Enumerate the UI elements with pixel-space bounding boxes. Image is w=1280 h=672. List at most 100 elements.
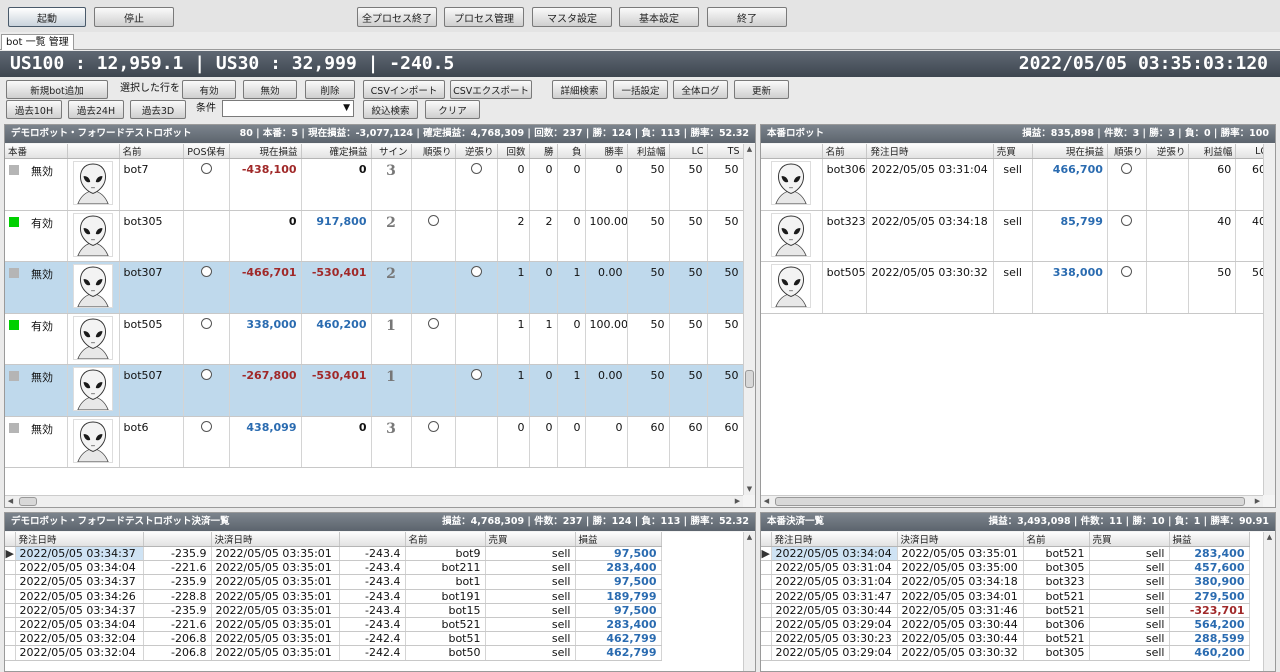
- status-checkbox[interactable]: [9, 319, 19, 330]
- csv-import-button[interactable]: CSVインポート: [363, 80, 445, 99]
- past-10h-button[interactable]: 過去10H: [6, 100, 62, 119]
- scroll-right-icon[interactable]: ▶: [732, 496, 743, 507]
- start-button[interactable]: 起動: [8, 7, 86, 27]
- column-header: POS保有: [183, 144, 230, 159]
- table-row[interactable]: 無効 bot507 -267,800 -530,401 1 1 0 1 0.00 50 50 50: [5, 364, 743, 417]
- table-row[interactable]: 2022/05/05 03:34:37 -235.9 2022/05/05 03:3…: [5, 574, 662, 590]
- bot-name: bot306: [1023, 617, 1090, 633]
- settle-price: -243.4: [339, 589, 406, 604]
- stop-button[interactable]: 停止: [94, 7, 174, 27]
- live-robot-stats: 損益：835,898 | 件数：3 | 勝：3 | 負：0 | 勝率：100: [1022, 128, 1269, 139]
- column-header: 現在損益: [229, 144, 302, 159]
- table-row[interactable]: 2022/05/05 03:34:04 -221.6 2022/05/05 03:3…: [5, 560, 662, 576]
- profit-width: 50: [627, 158, 670, 211]
- clear-button[interactable]: クリア: [425, 100, 480, 119]
- table-row[interactable]: 2022/05/05 03:31:47 2022/05/05 03:34:01 bo…: [761, 589, 1250, 604]
- lc-value: 50: [669, 261, 708, 314]
- current-pnl: 0: [229, 210, 302, 262]
- table-row[interactable]: 2022/05/05 03:32:04 -206.8 2022/05/05 03:3…: [5, 631, 662, 647]
- table-row[interactable]: 2022/05/05 03:31:04 2022/05/05 03:35:00 bo…: [761, 560, 1250, 576]
- detail-search-button[interactable]: 詳細検索: [552, 80, 607, 99]
- scroll-up-icon[interactable]: ▲: [1264, 532, 1275, 543]
- trade-side: sell: [485, 574, 576, 590]
- scroll-thumb[interactable]: [19, 497, 37, 506]
- bulk-settings-button[interactable]: 一括設定: [613, 80, 668, 99]
- scroll-up-icon[interactable]: ▲: [744, 144, 755, 155]
- master-settings-button[interactable]: マスタ設定: [532, 7, 612, 27]
- filter-search-button[interactable]: 絞込検索: [363, 100, 418, 119]
- demo-settlement-scrollbar[interactable]: ▲: [743, 532, 755, 671]
- table-row[interactable]: 2022/05/05 03:29:04 2022/05/05 03:30:44 bo…: [761, 617, 1250, 633]
- all-logs-button[interactable]: 全体ログ: [673, 80, 728, 99]
- status-checkbox[interactable]: [9, 422, 19, 433]
- order-datetime: 2022/05/05 03:32:04: [15, 645, 144, 661]
- order-datetime: 2022/05/05 03:30:32: [866, 261, 994, 314]
- avatar: [67, 261, 120, 314]
- settle-datetime: 2022/05/05 03:31:46: [897, 603, 1024, 618]
- table-row[interactable]: 2022/05/05 03:30:44 2022/05/05 03:31:46 bo…: [761, 603, 1250, 618]
- status-label: 無効: [31, 422, 53, 436]
- status-checkbox[interactable]: [9, 268, 19, 278]
- demo-horizontal-scrollbar[interactable]: ◀ ▶: [5, 495, 743, 507]
- live-vertical-scrollbar[interactable]: [1263, 144, 1275, 495]
- bot-name: bot323: [822, 210, 868, 262]
- contrarian-cell: [455, 158, 498, 211]
- pnl: 288,599: [1169, 631, 1250, 647]
- live-horizontal-scrollbar[interactable]: ◀ ▶: [761, 495, 1263, 507]
- past-24h-button[interactable]: 過去24H: [68, 100, 124, 119]
- lc-value: 50: [669, 158, 708, 211]
- delete-button[interactable]: 削除: [305, 80, 355, 99]
- demo-vertical-scrollbar[interactable]: ▲ ▼: [743, 144, 755, 495]
- table-row[interactable]: ▶ 2022/05/05 03:34:04 2022/05/05 03:35:01 b…: [761, 546, 1250, 562]
- column-header: 順張り: [1107, 144, 1147, 159]
- enable-button[interactable]: 有効: [182, 80, 236, 99]
- exit-button[interactable]: 終了: [707, 7, 787, 27]
- scroll-left-icon[interactable]: ◀: [761, 496, 772, 507]
- table-row[interactable]: 有効 bot505 338,000 460,200 1 1 1 0 100.00 50 50 50: [5, 313, 743, 365]
- basic-settings-button[interactable]: 基本設定: [619, 7, 699, 27]
- scroll-right-icon[interactable]: ▶: [1252, 496, 1263, 507]
- loss-count: 0: [557, 313, 586, 365]
- table-row[interactable]: 2022/05/05 03:34:37 -235.9 2022/05/05 03:3…: [5, 603, 662, 618]
- csv-export-button[interactable]: CSVエクスポート: [450, 80, 532, 99]
- table-row[interactable]: ▶ 2022/05/05 03:34:37 -235.9 2022/05/05 03:…: [5, 546, 662, 562]
- bot-name: bot507: [119, 364, 184, 417]
- disable-button[interactable]: 無効: [243, 80, 297, 99]
- row-indicator: [761, 574, 772, 590]
- table-row[interactable]: 有効 bot305 0 917,800 2 2 2 0 100.00 50 50 50: [5, 210, 743, 262]
- refresh-button[interactable]: 更新: [734, 80, 789, 99]
- table-row[interactable]: 2022/05/05 03:34:26 -228.8 2022/05/05 03:3…: [5, 589, 662, 604]
- process-management-button[interactable]: プロセス管理: [444, 7, 524, 27]
- table-row[interactable]: bot5052022/05/05 03:30:32sell338,000 5050: [761, 261, 1263, 314]
- order-price: -228.8: [143, 589, 212, 604]
- status-checkbox[interactable]: [9, 165, 19, 175]
- table-row[interactable]: 2022/05/05 03:34:04 -221.6 2022/05/05 03:3…: [5, 617, 662, 633]
- tab-bot-list[interactable]: bot 一覧 管理: [1, 34, 74, 50]
- condition-select[interactable]: ▼: [222, 100, 354, 117]
- new-bot-button[interactable]: 新規bot追加: [6, 80, 108, 99]
- table-row[interactable]: 2022/05/05 03:30:23 2022/05/05 03:30:44 bo…: [761, 631, 1250, 647]
- status-checkbox[interactable]: [9, 216, 19, 227]
- table-row[interactable]: 2022/05/05 03:32:04 -206.8 2022/05/05 03:3…: [5, 645, 662, 661]
- table-row[interactable]: 無効 bot7 -438,100 0 3 0 0 0 0 50 50 50: [5, 158, 743, 211]
- scroll-left-icon[interactable]: ◀: [5, 496, 16, 507]
- scroll-thumb[interactable]: [775, 497, 1245, 506]
- avatar: [67, 416, 120, 468]
- table-row[interactable]: 2022/05/05 03:29:04 2022/05/05 03:30:32 bo…: [761, 645, 1250, 661]
- table-row[interactable]: bot3232022/05/05 03:34:18sell85,799 4040: [761, 210, 1263, 262]
- current-pnl: -466,701: [229, 261, 302, 314]
- column-header: 損益: [1169, 532, 1250, 547]
- scroll-up-icon[interactable]: ▲: [744, 532, 755, 543]
- scroll-down-icon[interactable]: ▼: [744, 484, 755, 495]
- order-datetime: 2022/05/05 03:34:37: [15, 546, 144, 562]
- stop-all-processes-button[interactable]: 全プロセス終了: [357, 7, 437, 27]
- table-row[interactable]: bot3062022/05/05 03:31:04sell466,700 6060: [761, 158, 1263, 211]
- scroll-thumb[interactable]: [745, 370, 754, 388]
- live-settlement-scrollbar[interactable]: ▲: [1263, 532, 1275, 671]
- past-3d-button[interactable]: 過去3D: [130, 100, 186, 119]
- table-row[interactable]: 無効 bot6 438,099 0 3 0 0 0 0 60 60 60: [5, 416, 743, 468]
- table-row[interactable]: 2022/05/05 03:31:04 2022/05/05 03:34:18 bo…: [761, 574, 1250, 590]
- loss-count: 1: [557, 261, 586, 314]
- status-checkbox[interactable]: [9, 371, 19, 381]
- table-row[interactable]: 無効 bot307 -466,701 -530,401 2 1 0 1 0.00 50 50 50: [5, 261, 743, 314]
